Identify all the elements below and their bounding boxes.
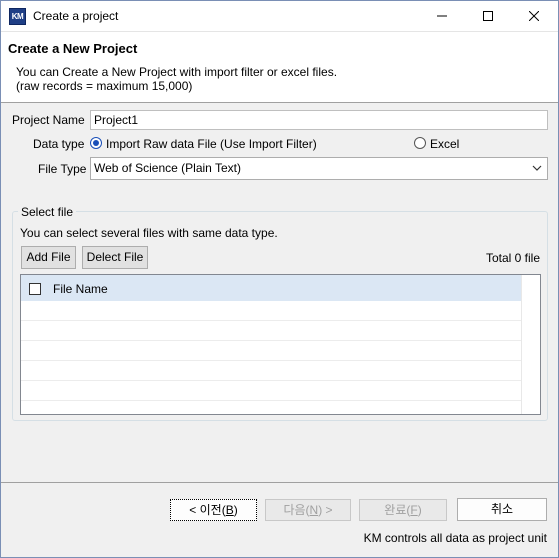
file-type-value: Web of Science (Plain Text) [94,161,241,175]
project-name-label: Project Name [12,113,85,127]
next-button-text: 다음( [283,503,310,517]
finish-button[interactable]: 완료(F) [359,499,447,521]
table-row [21,301,522,321]
select-all-checkbox[interactable] [29,283,41,295]
minimize-button[interactable] [419,1,465,31]
description-line-2: (raw records = maximum 15,000) [16,79,193,93]
radio-excel-label[interactable]: Excel [430,137,459,151]
add-file-button[interactable]: Add File [21,246,76,269]
select-file-legend: Select file [18,205,77,219]
next-button-hotkey: N [309,503,319,517]
vertical-scrollbar[interactable] [521,275,540,414]
table-row [21,381,522,401]
file-type-select[interactable]: Web of Science (Plain Text) [90,157,548,180]
footer-separator [1,482,558,483]
next-button[interactable]: 다음(N) > [265,499,351,521]
finish-button-hotkey: F [410,503,418,517]
page-title: Create a New Project [8,41,138,56]
window-title: Create a project [33,9,119,23]
km-app-icon: KM [9,8,26,25]
page-description: You can Create a New Project with import… [16,65,337,93]
data-type-label: Data type [33,137,85,151]
file-table: File Name [20,274,541,415]
close-button[interactable] [511,1,557,31]
column-file-name[interactable]: File Name [53,282,108,296]
delete-file-button[interactable]: Delect File [82,246,148,269]
wizard-header: Create a New Project You can Create a Ne… [1,32,558,103]
create-project-dialog: KM Create a project Create a New Project… [0,0,559,558]
project-name-input[interactable]: Project1 [90,110,548,130]
title-bar: KM Create a project [1,1,558,32]
table-row [21,321,522,341]
radio-import-raw[interactable] [90,137,102,149]
next-button-suffix: ) > [318,503,333,517]
chevron-down-icon [532,165,542,171]
maximize-button[interactable] [465,1,511,31]
total-file-count: Total 0 file [485,251,540,265]
close-icon [529,11,539,21]
select-file-hint: You can select several files with same d… [20,226,278,240]
maximize-icon [483,11,493,21]
back-button-text: < 이전( [189,503,226,517]
file-type-label: File Type [38,162,87,176]
table-header: File Name [21,275,522,301]
footer-note: KM controls all data as project unit [363,531,547,545]
radio-import-raw-label[interactable]: Import Raw data File (Use Import Filter) [106,137,317,151]
finish-button-text: 완료( [384,503,411,517]
description-line-1: You can Create a New Project with import… [16,65,338,79]
back-button[interactable]: < 이전(B) [170,499,257,521]
radio-excel[interactable] [414,137,426,149]
table-row [21,361,522,381]
back-button-hotkey: B [225,503,234,517]
cancel-button[interactable]: 취소 [457,498,547,521]
table-row [21,341,522,361]
minimize-icon [437,15,447,17]
